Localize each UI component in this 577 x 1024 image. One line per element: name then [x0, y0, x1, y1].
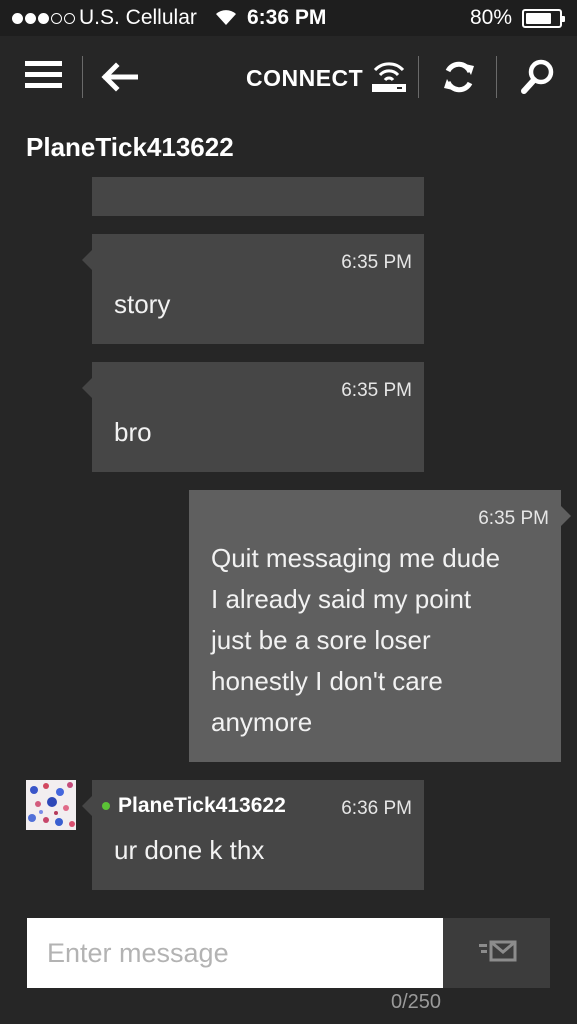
sender-name: PlaneTick413622: [118, 794, 286, 817]
message-bubble: 6:35 PM bro: [82, 362, 424, 472]
message-line: Quit messaging me dude: [211, 543, 501, 573]
back-arrow-icon[interactable]: [100, 62, 140, 92]
character-counter: 0/250: [391, 991, 442, 1013]
message-line: anymore: [211, 707, 313, 737]
message-time: 6:35 PM: [341, 380, 412, 401]
send-message-icon: [477, 938, 517, 969]
message-text: ur done k thx: [114, 835, 265, 865]
battery-percent: 80%: [470, 6, 513, 29]
message-text: Quit messaging me dude I already said my…: [211, 538, 500, 743]
message-text: story: [114, 289, 171, 319]
status-time: 6:36 PM: [247, 6, 327, 29]
message-bubble: 6:35 PM story: [82, 234, 424, 344]
wifi-icon: [214, 7, 238, 32]
message-line: honestly I don't care: [211, 666, 443, 696]
message-bubble: PlaneTick413622 6:36 PM ur done k thx: [82, 780, 424, 890]
battery-icon: [522, 9, 565, 28]
send-button[interactable]: [443, 918, 550, 988]
message-bubble: kool: [92, 177, 424, 216]
message-sender[interactable]: PlaneTick413622: [102, 794, 286, 818]
connect-label: CONNECT: [246, 64, 364, 91]
message-text: bro: [114, 417, 152, 447]
message-line: just be a sore loser: [211, 625, 431, 655]
divider: [418, 56, 419, 98]
avatar[interactable]: [26, 780, 76, 830]
signal-strength-icon: [12, 13, 75, 24]
search-icon[interactable]: [520, 58, 556, 101]
message-list[interactable]: kool 6:35 PM story 6:35 PM bro 6:35 PM Q…: [0, 177, 577, 899]
message-time: 6:36 PM: [341, 798, 412, 819]
message-time: 6:35 PM: [478, 508, 549, 529]
divider: [82, 56, 83, 98]
refresh-icon[interactable]: [440, 58, 478, 101]
message-line: I already said my point: [211, 584, 472, 614]
sent-message-bubble: 6:35 PM Quit messaging me dude I already…: [189, 490, 571, 762]
connect-button[interactable]: CONNECT: [246, 58, 407, 98]
message-input[interactable]: [27, 918, 443, 988]
carrier-name: U.S. Cellular: [79, 6, 197, 29]
status-bar: U.S. Cellular 6:36 PM 80%: [0, 0, 577, 36]
conversation-title: PlaneTick413622: [26, 132, 234, 162]
console-wifi-icon: [371, 58, 407, 99]
message-time: 6:35 PM: [341, 252, 412, 273]
online-status-icon: [102, 802, 110, 810]
menu-icon[interactable]: [25, 61, 62, 91]
app-bar: CONNECT: [0, 36, 577, 118]
divider: [496, 56, 497, 98]
